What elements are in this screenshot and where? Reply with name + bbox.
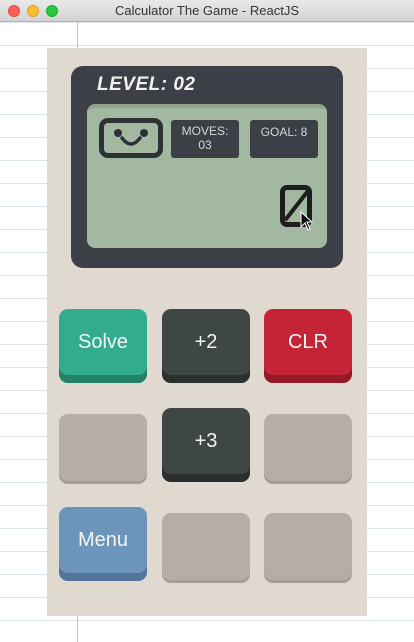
add-two-button[interactable]: +2 xyxy=(162,309,250,383)
window-title: Calculator The Game - ReactJS xyxy=(115,3,299,18)
goal-indicator: GOAL: 8 xyxy=(250,120,318,158)
empty-button-slot xyxy=(264,414,352,484)
solve-button[interactable]: Solve xyxy=(59,309,147,383)
add-three-button[interactable]: +3 xyxy=(162,408,250,482)
smiley-face-icon xyxy=(99,118,163,158)
clear-button[interactable]: CLR xyxy=(264,309,352,383)
level-label: LEVEL: 02 xyxy=(97,74,196,95)
empty-button-slot xyxy=(162,513,250,583)
empty-button-slot xyxy=(59,414,147,484)
empty-button-slot xyxy=(264,513,352,583)
moves-counter: MOVES: 03 xyxy=(171,120,239,158)
screen-frame: LEVEL: 02 MOVES: 03 GOAL: 8 xyxy=(71,66,343,268)
calculator-body: LEVEL: 02 MOVES: 03 GOAL: 8 Solve +2 CLR… xyxy=(47,48,367,616)
window-titlebar: Calculator The Game - ReactJS xyxy=(0,0,414,22)
moves-value: 03 xyxy=(198,138,212,152)
moves-label: MOVES: xyxy=(181,124,229,138)
menu-button[interactable]: Menu xyxy=(59,507,147,581)
lcd-display: MOVES: 03 GOAL: 8 xyxy=(87,104,327,248)
mouse-pointer-icon xyxy=(300,211,314,231)
goal-label: GOAL: 8 xyxy=(260,125,308,139)
